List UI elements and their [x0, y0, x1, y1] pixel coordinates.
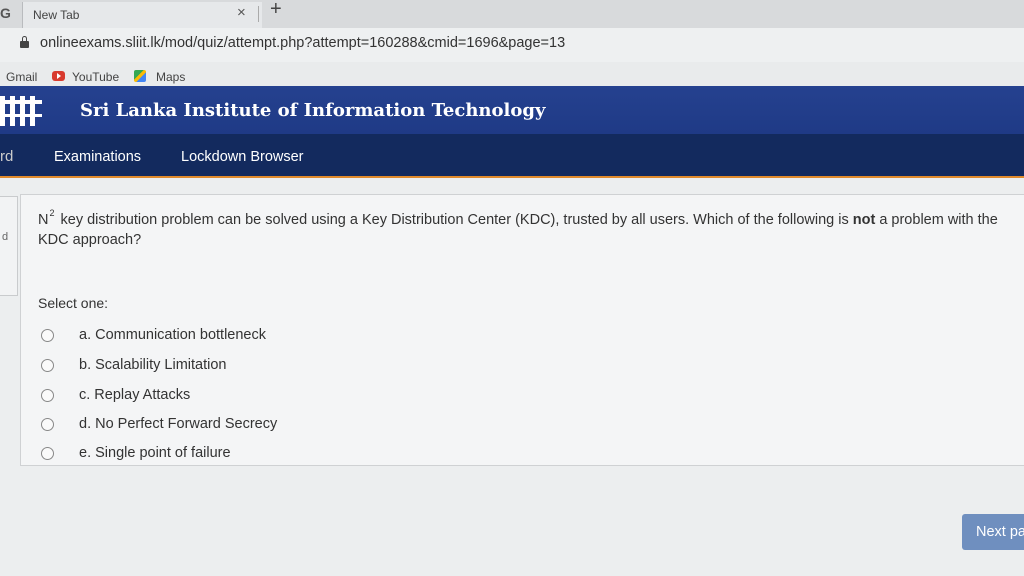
radio-button[interactable] — [41, 389, 54, 402]
google-icon: G — [0, 5, 11, 21]
radio-button[interactable] — [41, 418, 54, 431]
radio-button[interactable] — [41, 447, 54, 460]
answer-label[interactable]: c. Replay Attacks — [79, 387, 190, 403]
answer-option-d[interactable]: d. No Perfect Forward Secrecy — [41, 414, 441, 436]
main-nav: rd Examinations Lockdown Browser — [0, 134, 1024, 178]
site-header: Sri Lanka Institute of Information Techn… — [0, 86, 1024, 134]
radio-button[interactable] — [41, 329, 54, 342]
page-content: d N2 key distribution problem can be sol… — [0, 180, 1024, 576]
question-info-text: d — [2, 231, 9, 243]
close-icon[interactable]: × — [237, 4, 246, 21]
question-info: d — [0, 196, 18, 296]
site-title: Sri Lanka Institute of Information Techn… — [80, 100, 546, 121]
youtube-icon — [52, 71, 65, 81]
bookmark-youtube[interactable]: YouTube — [72, 70, 119, 84]
answer-label[interactable]: d. No Perfect Forward Secrecy — [79, 416, 277, 432]
browser-tab-strip: G New Tab × + — [0, 0, 1024, 28]
lock-icon[interactable] — [20, 36, 29, 49]
new-tab-button[interactable]: + — [270, 0, 282, 21]
question-text-emphasis: not — [852, 212, 876, 228]
nav-item-truncated[interactable]: rd — [0, 148, 13, 165]
next-page-button[interactable]: Next page — [962, 514, 1024, 550]
tab-title: New Tab — [33, 8, 80, 22]
answer-label[interactable]: e. Single point of failure — [79, 445, 231, 461]
question-prefix: N — [38, 212, 49, 228]
answer-option-b[interactable]: b. Scalability Limitation — [41, 355, 441, 377]
sliit-logo[interactable] — [0, 96, 42, 126]
nav-item-examinations[interactable]: Examinations — [54, 149, 141, 165]
question-text-part1: key distribution problem can be solved u… — [56, 212, 853, 228]
radio-button[interactable] — [41, 359, 54, 372]
maps-icon — [134, 70, 146, 82]
question-superscript: 2 — [49, 208, 55, 218]
answer-label[interactable]: a. Communication bottleneck — [79, 327, 266, 343]
answer-label[interactable]: b. Scalability Limitation — [79, 357, 227, 373]
question-text: N2 key distribution problem can be solve… — [38, 203, 1013, 250]
answer-option-e[interactable]: e. Single point of failure — [41, 443, 441, 465]
url-input[interactable]: onlineexams.sliit.lk/mod/quiz/attempt.ph… — [40, 35, 565, 51]
address-bar: onlineexams.sliit.lk/mod/quiz/attempt.ph… — [0, 28, 1024, 62]
bookmark-maps[interactable]: Maps — [156, 70, 185, 84]
tab-divider — [258, 6, 259, 22]
answer-option-c[interactable]: c. Replay Attacks — [41, 385, 441, 407]
nav-item-lockdown-browser[interactable]: Lockdown Browser — [181, 149, 304, 165]
answer-option-a[interactable]: a. Communication bottleneck — [41, 325, 441, 347]
question-card: N2 key distribution problem can be solve… — [20, 194, 1024, 466]
browser-tab[interactable]: New Tab × — [22, 2, 262, 28]
bookmark-gmail[interactable]: Gmail — [6, 70, 37, 84]
select-one-label: Select one: — [38, 295, 109, 311]
